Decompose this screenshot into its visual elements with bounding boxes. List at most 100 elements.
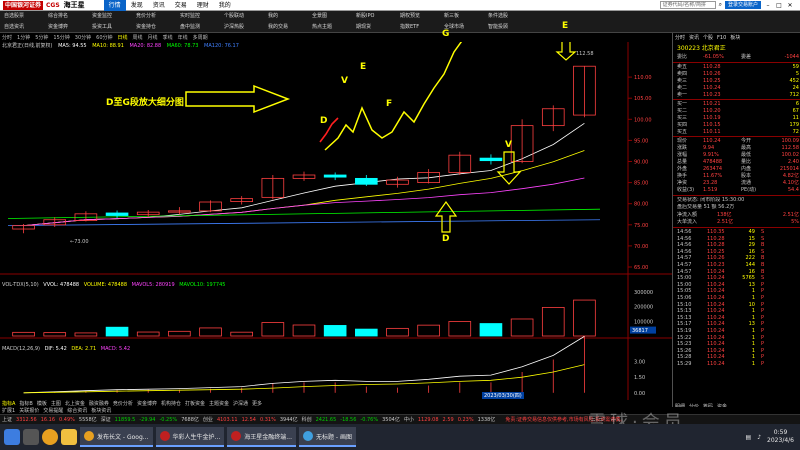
ribbon-item[interactable]: 自选资讯 <box>4 22 48 33</box>
index-name[interactable]: 创业 <box>203 416 213 423</box>
timeframe-tab[interactable]: 15分钟 <box>53 34 69 41</box>
ribbon-item[interactable]: 我的交易 <box>268 22 312 33</box>
ribbon-item[interactable]: 期现货 <box>356 22 400 33</box>
minimize-icon[interactable]: – <box>764 2 772 9</box>
menu-discover[interactable]: 发现 <box>126 0 148 11</box>
ribbon-item[interactable]: 个股联动 <box>224 11 268 22</box>
timeframe-tab[interactable]: 5分钟 <box>35 34 48 41</box>
indicator-tab[interactable]: 机构持仓 <box>161 400 181 407</box>
trade-status: 交易状态: 闭市阶段 15:30:00 <box>677 197 745 203</box>
ribbon-item[interactable]: 新股IPO <box>356 11 400 22</box>
indicator-tab[interactable]: 主题资金 <box>209 400 229 407</box>
ribbon-item[interactable]: 实时监控 <box>180 11 224 22</box>
ribbon-item[interactable]: 资金博弈 <box>48 22 92 33</box>
ribbon-item[interactable]: 期权预览 <box>400 11 444 22</box>
timeframe-tab[interactable]: 日线 <box>118 34 128 41</box>
browser-icon[interactable] <box>42 429 58 445</box>
dif-value: DIF: 5.42 <box>44 346 67 352</box>
menu-news[interactable]: 资讯 <box>148 0 170 11</box>
menu-mine[interactable]: 我的 <box>214 0 236 11</box>
explorer-icon[interactable] <box>61 429 77 445</box>
start-icon[interactable] <box>4 429 20 445</box>
timeframe-tab[interactable]: 多周期 <box>193 34 208 41</box>
ribbon-item[interactable]: 条件选股 <box>488 11 532 22</box>
ribbon-item[interactable]: 指数ETF <box>400 22 444 33</box>
index-name[interactable]: 科创 <box>302 416 312 423</box>
ribbon-item[interactable]: 全景图 <box>312 11 356 22</box>
network-icon[interactable]: ▤ <box>746 434 752 441</box>
indicator-tab[interactable]: 主图 <box>51 400 61 407</box>
indicator-tab[interactable]: 模板 <box>37 400 47 407</box>
indicator-tab[interactable]: 竞价分析 <box>113 400 133 407</box>
ribbon-item[interactable]: 资金监控 <box>92 11 136 22</box>
quote-panel-tab[interactable]: 资讯 <box>689 34 699 41</box>
ribbon-item[interactable]: 沪深热股 <box>224 22 268 33</box>
indicator-tab[interactable]: 北上资金 <box>65 400 85 407</box>
ribbon-item[interactable]: 新三板 <box>444 11 488 22</box>
system-clock[interactable]: 0:59 2023/4/6 <box>767 429 794 445</box>
ribbon-item[interactable]: 自选股票 <box>4 11 48 22</box>
timeframe-tab[interactable]: 年线 <box>178 34 188 41</box>
quote-panel-tab[interactable]: F10 <box>717 35 726 41</box>
timeframe-tab[interactable]: 30分钟 <box>75 34 91 41</box>
quote-panel-tab[interactable]: 板块 <box>730 34 740 41</box>
indicator-tab[interactable]: 沪深通 <box>233 400 248 407</box>
timeframe-tab[interactable]: 周线 <box>133 34 143 41</box>
taskbar-app[interactable]: 华彩人生牛金护... <box>155 427 225 447</box>
ribbon-item[interactable]: 综合排名 <box>48 11 92 22</box>
menu-finance[interactable]: 理财 <box>192 0 214 11</box>
ribbon-item[interactable]: 我的 <box>268 11 312 22</box>
ribbon-item[interactable]: 投资工具 <box>92 22 136 33</box>
extension-tab[interactable]: 关联报价 <box>19 407 39 414</box>
extension-tab[interactable]: 板块资讯 <box>91 407 111 414</box>
indicator-tab[interactable]: 资金博弈 <box>137 400 157 407</box>
ribbon-item[interactable]: 竞价分析 <box>136 11 180 22</box>
extension-tab[interactable]: 扩展1 <box>2 407 15 414</box>
timeframe-tab[interactable]: 月线 <box>148 34 158 41</box>
maximize-icon[interactable]: □ <box>775 2 783 9</box>
index-name[interactable]: 中小 <box>404 416 414 423</box>
timeframe-tab[interactable]: 季线 <box>163 34 173 41</box>
book-price: 110.24 <box>703 85 721 91</box>
quote-stat-row: 净资 23.28 流通 4.10亿 <box>677 180 799 187</box>
indicator-tab[interactable]: 打板资金 <box>185 400 205 407</box>
taskbar-app[interactable]: 海王星金融终端... <box>227 427 296 447</box>
ribbon-item[interactable]: 资金持仓 <box>136 22 180 33</box>
indicator-tab[interactable]: 更多 <box>252 400 262 407</box>
indicator-tab[interactable]: 融资融券 <box>89 400 109 407</box>
task-view-icon[interactable] <box>23 429 39 445</box>
timeframe-tab[interactable]: 1分钟 <box>17 34 30 41</box>
index-name[interactable]: 上证 <box>2 416 12 423</box>
timeframe-tab[interactable]: 分时 <box>2 34 12 41</box>
zoom-letter-e: E <box>360 62 367 72</box>
volume-bar <box>168 330 191 337</box>
ribbon-item[interactable]: 全球市场 <box>444 22 488 33</box>
tick-row: 15:00 110.24 13 P <box>677 282 799 289</box>
taskbar-app[interactable]: 发布长文 - Goog... <box>80 427 153 447</box>
indicator-tab[interactable]: 指标A <box>2 400 15 407</box>
close-icon[interactable]: ✕ <box>786 2 794 9</box>
timeframe-tab[interactable]: 60分钟 <box>96 34 112 41</box>
search-icon[interactable]: ⌕ <box>719 1 722 9</box>
extension-tab[interactable]: 综合资讯 <box>67 407 87 414</box>
stock-search-input[interactable]: 证券代码/名称/简拼 <box>659 1 716 9</box>
index-name[interactable]: 深证 <box>101 416 111 423</box>
menu-market[interactable]: 行情 <box>103 0 126 11</box>
indicator-tab[interactable]: 指标B <box>19 400 32 407</box>
ribbon-item[interactable]: 盘中监测 <box>180 22 224 33</box>
login-trade-button[interactable]: 登录交易账户 <box>724 1 761 9</box>
ribbon-item[interactable]: 热点主题 <box>312 22 356 33</box>
quote-panel-tab[interactable]: 个股 <box>703 34 713 41</box>
tick-row: 15:05 110.24 1 P <box>677 288 799 295</box>
volume-icon[interactable]: ♪ <box>757 434 761 441</box>
menu-trade[interactable]: 交易 <box>170 0 192 11</box>
taskbar-app[interactable]: 无标题 - 画图 <box>298 427 356 447</box>
zoom-letter-g: G <box>442 29 450 39</box>
ribbon-item[interactable]: 智能投顾 <box>488 22 532 33</box>
extension-tab[interactable]: 交易提醒 <box>43 407 63 414</box>
index-value: 1129.08 <box>417 416 439 423</box>
quote-panel-tab[interactable]: 分时 <box>675 34 685 41</box>
volume-bar <box>355 328 378 337</box>
macd-axis-label: 0.00 <box>634 391 645 397</box>
book-volume: 179 <box>789 122 799 128</box>
